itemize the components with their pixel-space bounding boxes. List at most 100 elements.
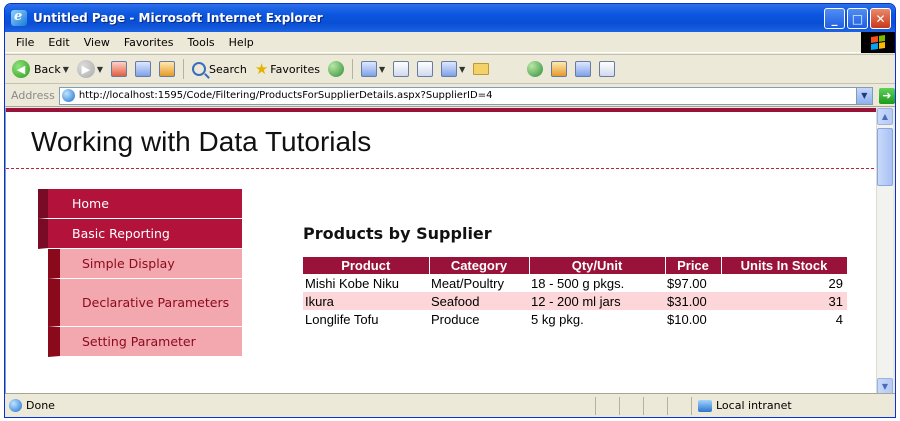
menu-item-setting-parameter[interactable]: Setting Parameter — [48, 327, 242, 357]
cell-category: Produce — [431, 311, 480, 327]
folder-button[interactable] — [470, 57, 492, 81]
cell-qty-unit: 12 - 200 ml jars — [529, 292, 665, 310]
windows-logo-icon — [861, 32, 895, 53]
close-button[interactable]: ✕ — [870, 8, 891, 29]
history-button[interactable]: ▼ — [358, 57, 388, 81]
title-bar[interactable]: Untitled Page - Microsoft Internet Explo… — [5, 4, 895, 32]
toolbar-separator — [351, 59, 353, 79]
toolbar: ◀ Back ▼ ▶ ▼ Search ★ Favorites ▼ ▼ — [5, 54, 895, 84]
page-icon — [9, 399, 22, 412]
extra-icon — [599, 61, 616, 77]
menu-help[interactable]: Help — [222, 36, 261, 49]
research-button[interactable] — [548, 57, 570, 81]
menu-item-simple-display[interactable]: Simple Display — [48, 249, 242, 279]
cell-units-in-stock: 29 — [828, 275, 843, 291]
main-area: Products by Supplier Product Category Qt… — [303, 224, 848, 328]
discuss-button[interactable] — [572, 57, 594, 81]
refresh-button[interactable] — [132, 57, 154, 81]
search-icon — [192, 62, 207, 76]
edit-icon — [441, 61, 458, 77]
discuss-icon — [575, 61, 592, 77]
cell-units-in-stock: 31 — [721, 292, 847, 310]
cell-category: Meat/Poultry — [431, 275, 504, 291]
menu-item-declarative-parameters[interactable]: Declarative Parameters — [48, 279, 242, 327]
cell-product: Longlife Tofu — [305, 311, 379, 327]
column-header-units-in-stock: Units In Stock — [721, 257, 848, 274]
status-cell — [595, 396, 619, 415]
messenger-button[interactable] — [524, 57, 546, 81]
messenger-icon — [527, 61, 544, 77]
menu-view[interactable]: View — [77, 36, 117, 49]
chevron-down-icon[interactable]: ▼ — [855, 87, 872, 104]
menu-edit[interactable]: Edit — [41, 36, 76, 49]
cell-qty-unit: 5 kg pkg. — [531, 311, 584, 327]
print-icon — [417, 61, 434, 77]
products-table: Product Category Qty/Unit Price Units In… — [303, 257, 848, 328]
star-icon: ★ — [254, 60, 269, 78]
maximize-button[interactable]: □ — [847, 8, 868, 29]
security-zone: Local intranet — [691, 396, 861, 415]
zone-label: Local intranet — [716, 399, 792, 412]
go-arrow-icon: ➜ — [878, 87, 895, 104]
status-cell — [667, 396, 691, 415]
vertical-scrollbar[interactable]: ▲ ▼ — [876, 108, 893, 395]
cell-category: Seafood — [429, 292, 529, 310]
cell-price: $31.00 — [665, 292, 721, 310]
edit-button[interactable]: ▼ — [438, 57, 468, 81]
cell-qty-unit: 18 - 500 g pkgs. — [531, 275, 625, 291]
window-title: Untitled Page - Microsoft Internet Explo… — [33, 11, 323, 25]
menu-item-basic-reporting[interactable]: Basic Reporting — [38, 219, 242, 249]
back-label: Back — [34, 62, 61, 76]
ie-icon — [11, 9, 27, 26]
home-icon — [159, 61, 176, 77]
go-button[interactable]: ➜ Go — [878, 87, 895, 104]
scroll-up-icon[interactable]: ▲ — [877, 108, 893, 125]
table-row: Mishi Kobe Niku Meat/Poultry 18 - 500 g … — [303, 274, 847, 292]
chevron-down-icon[interactable]: ▼ — [459, 65, 465, 74]
intranet-icon — [698, 399, 712, 412]
site-header: Working with Data Tutorials — [6, 112, 879, 169]
minimize-button[interactable]: _ — [824, 8, 845, 29]
search-label: Search — [209, 62, 247, 76]
menu-item-home[interactable]: Home — [38, 189, 242, 219]
home-button[interactable] — [156, 57, 178, 81]
forward-button[interactable]: ▶ ▼ — [74, 57, 106, 81]
column-header-price: Price — [665, 257, 722, 274]
chevron-down-icon[interactable]: ▼ — [97, 65, 103, 74]
extra-button[interactable] — [596, 57, 618, 81]
address-url: http://localhost:1595/Code/Filtering/Pro… — [78, 90, 493, 101]
cell-price: $10.00 — [667, 311, 707, 327]
column-header-qty-unit: Qty/Unit — [529, 257, 666, 274]
menu-tools[interactable]: Tools — [181, 36, 222, 49]
table-header-row: Product Category Qty/Unit Price Units In… — [303, 257, 848, 274]
menu-file[interactable]: File — [9, 36, 41, 49]
media-button[interactable] — [325, 57, 347, 81]
back-arrow-icon: ◀ — [12, 60, 30, 78]
chevron-down-icon[interactable]: ▼ — [379, 65, 385, 74]
back-button[interactable]: ◀ Back ▼ — [9, 57, 72, 81]
mail-button[interactable] — [390, 57, 412, 81]
menu-favorites[interactable]: Favorites — [117, 36, 181, 49]
stop-button[interactable] — [108, 57, 130, 81]
page-content: Working with Data Tutorials Home Basic R… — [5, 108, 879, 395]
favorites-button[interactable]: ★ Favorites — [252, 57, 323, 81]
search-button[interactable]: Search — [189, 57, 250, 81]
site-menu: Home Basic Reporting Simple Display Decl… — [38, 189, 242, 357]
address-input[interactable]: http://localhost:1595/Code/Filtering/Pro… — [58, 86, 873, 105]
page-icon — [61, 89, 75, 102]
status-cell — [643, 396, 667, 415]
mail-icon — [393, 61, 410, 77]
address-bar: Address http://localhost:1595/Code/Filte… — [5, 85, 895, 107]
scroll-thumb[interactable] — [877, 128, 893, 186]
research-icon — [551, 61, 568, 77]
print-button[interactable] — [414, 57, 436, 81]
status-left: Done — [5, 394, 595, 417]
page-heading: Products by Supplier — [303, 224, 492, 243]
stop-icon — [111, 61, 128, 77]
media-icon — [327, 61, 344, 77]
menu-bar: File Edit View Favorites Tools Help — [5, 32, 895, 53]
toolbar-separator — [183, 59, 185, 79]
status-text: Done — [26, 399, 55, 412]
status-cell — [619, 396, 643, 415]
chevron-down-icon[interactable]: ▼ — [63, 65, 69, 74]
